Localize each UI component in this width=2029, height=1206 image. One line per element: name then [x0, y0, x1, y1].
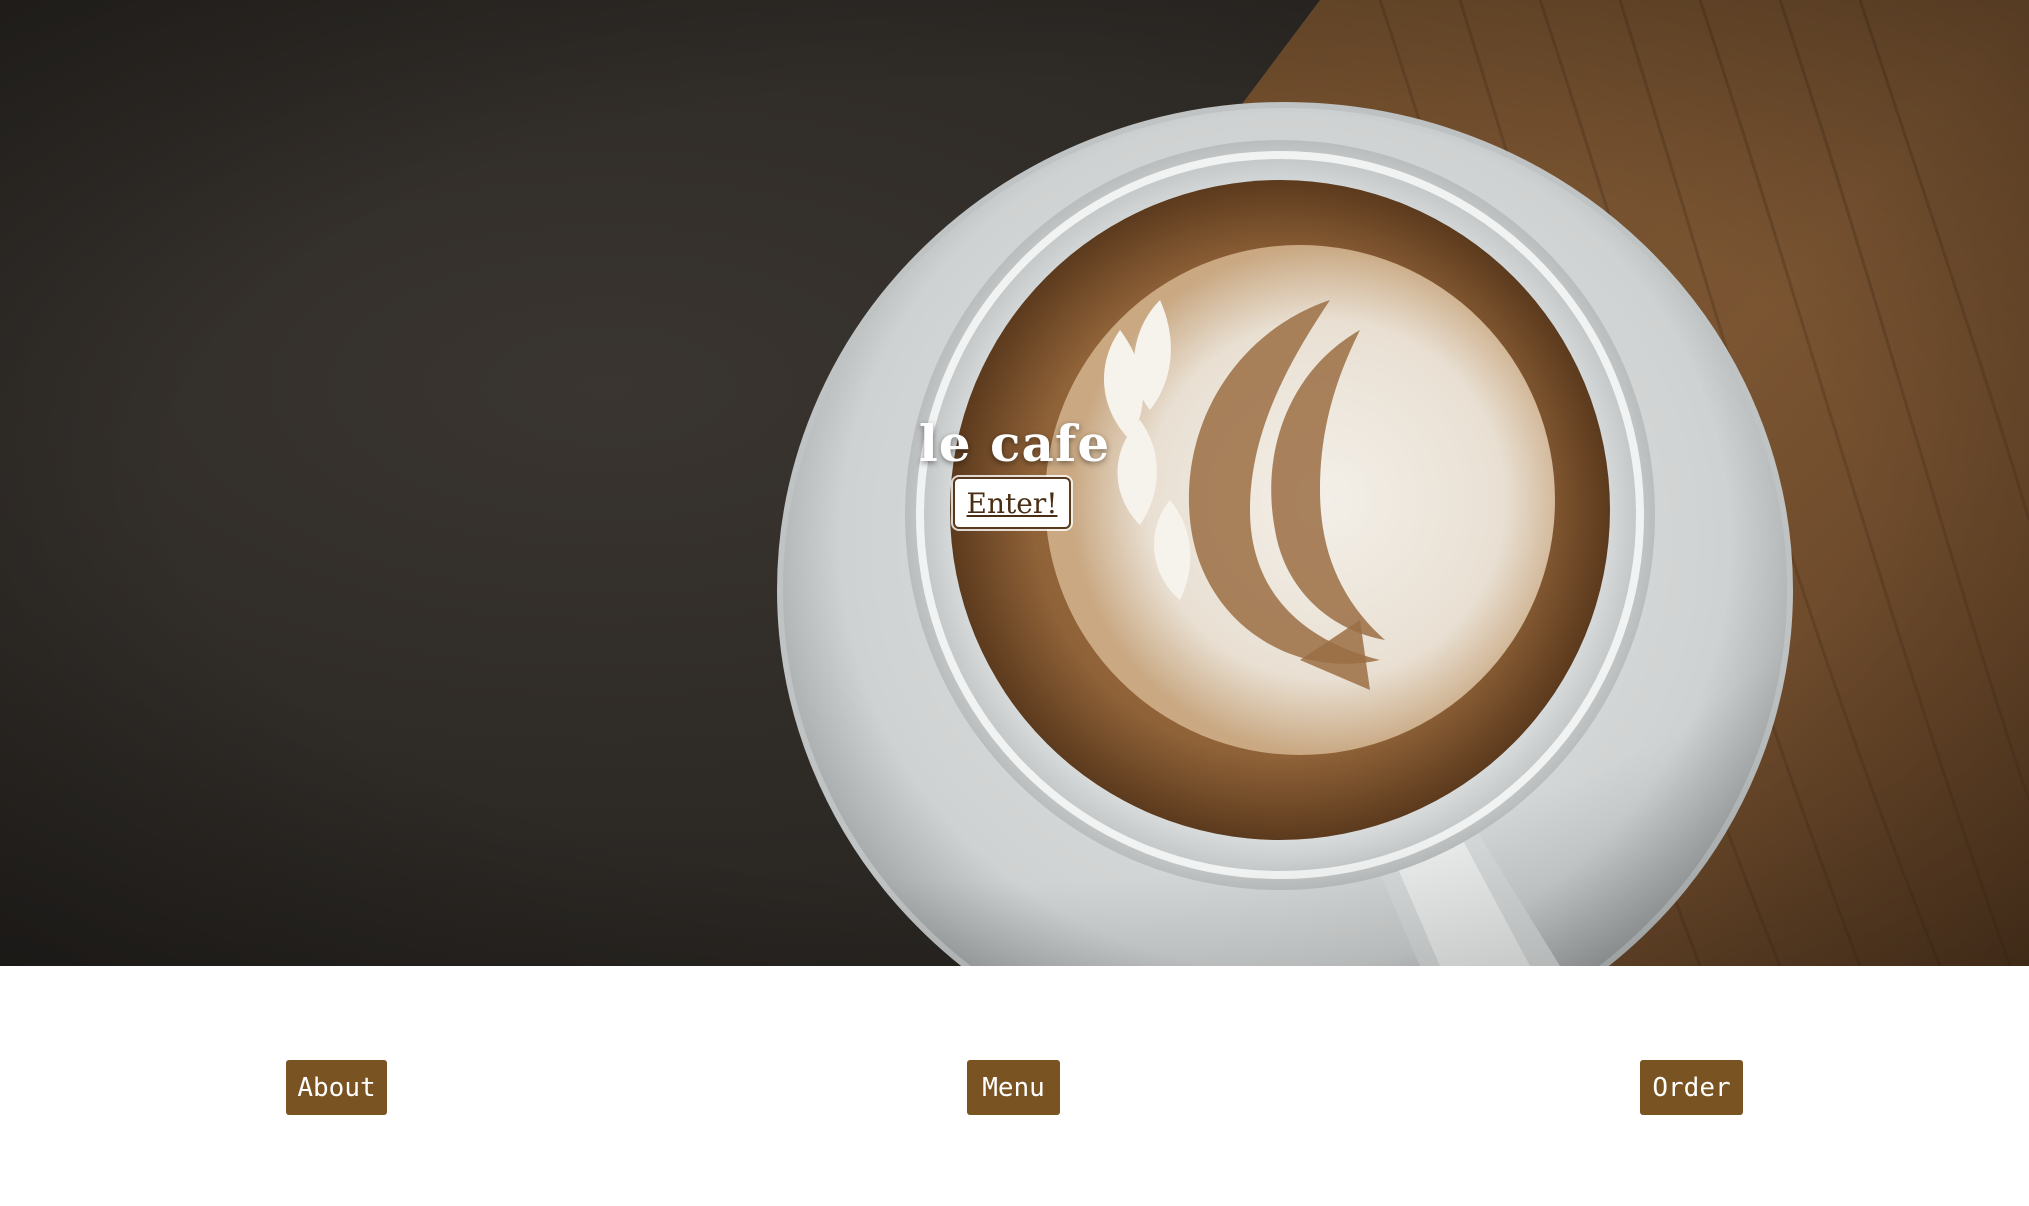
site-title: le cafe: [918, 414, 1111, 473]
about-button[interactable]: About: [286, 1060, 387, 1115]
menu-button[interactable]: Menu: [967, 1060, 1060, 1115]
enter-button[interactable]: Enter!: [953, 477, 1071, 529]
hero-section: le cafe Enter!: [0, 0, 2029, 966]
order-button[interactable]: Order: [1640, 1060, 1743, 1115]
